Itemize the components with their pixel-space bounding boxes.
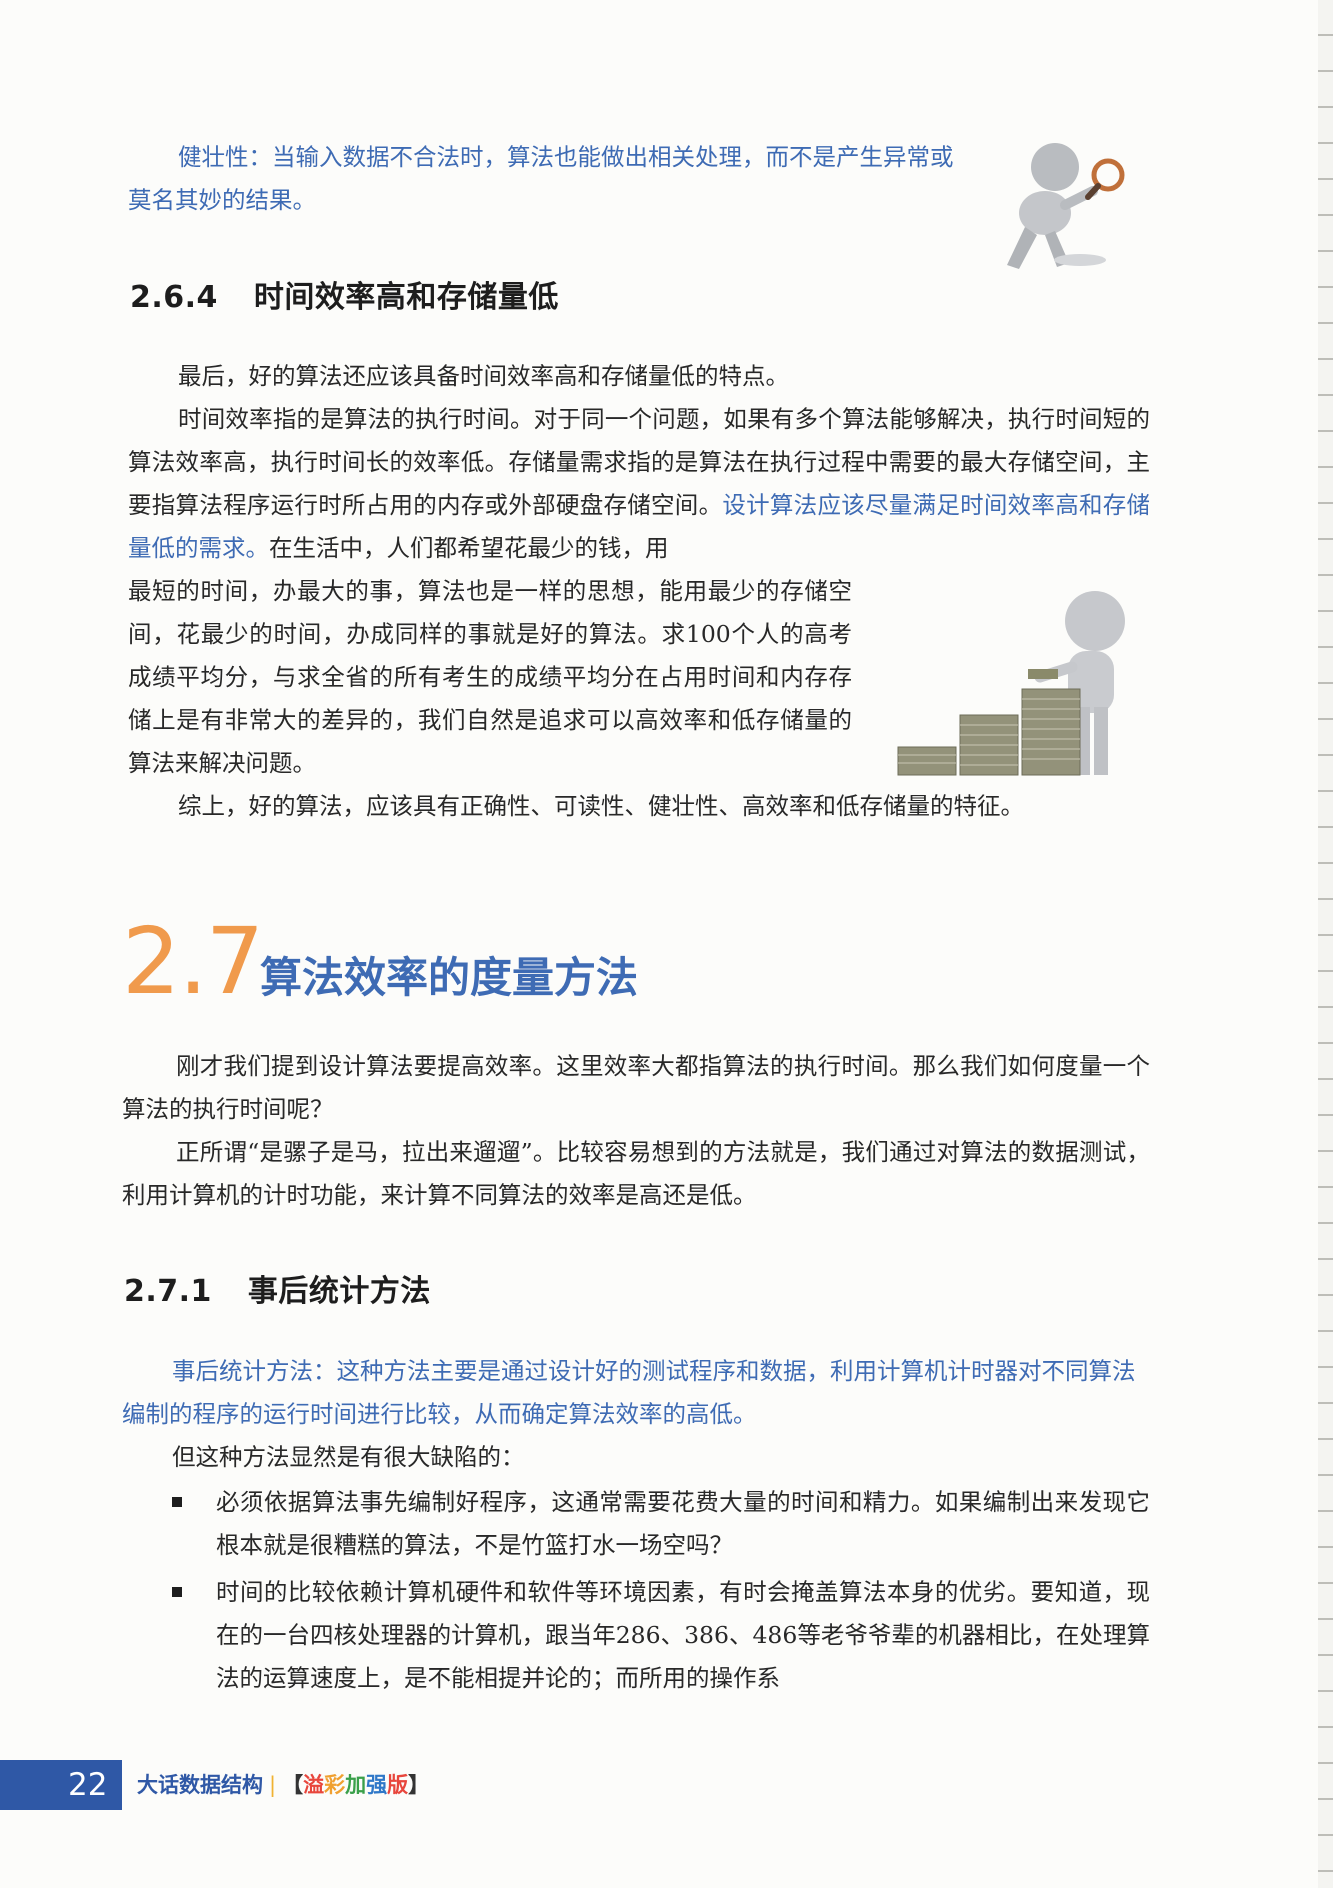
robustness-note: 健壮性：当输入数据不合法时，算法也能做出相关处理，而不是产生异常或莫名其妙的结果… xyxy=(128,136,958,222)
note-term: 事后统计方法： xyxy=(172,1357,337,1385)
section-number: 2.6.4 xyxy=(130,280,218,315)
chapter-title: 算法效率的度量方法 xyxy=(260,953,639,1002)
edition-char: 加 xyxy=(345,1773,367,1797)
list-item-text: 时间的比较依赖计算机硬件和软件等环境因素，有时会掩盖算法本身的优劣。要知道，现在… xyxy=(216,1578,1150,1692)
paragraph-summary: 综上，好的算法，应该具有正确性、可读性、健壮性、高效率和低存储量的特征。 xyxy=(178,792,1024,820)
section-heading-2-7-1: 2.7.1 事后统计方法 xyxy=(124,1266,431,1310)
flaws-list: 必须依据算法事先编制好程序，这通常需要花费大量的时间和精力。如果编制出来发现它根… xyxy=(172,1481,1150,1700)
page-number: 22 xyxy=(68,1767,108,1803)
magnifier-figure-icon xyxy=(1007,143,1125,269)
bracket-close: 】 xyxy=(408,1773,430,1797)
bullet-icon xyxy=(172,1587,182,1597)
edition-char: 强 xyxy=(366,1773,388,1797)
bullet-icon xyxy=(172,1497,182,1507)
list-item: 时间的比较依赖计算机硬件和软件等环境因素，有时会掩盖算法本身的优劣。要知道，现在… xyxy=(172,1571,1150,1700)
section-title: 事后统计方法 xyxy=(247,1274,431,1309)
edition-char: 版 xyxy=(387,1773,409,1797)
note-term: 健壮性： xyxy=(178,143,272,171)
paragraph-storage-example: 最短的时间，办最大的事，算法也是一样的思想，能用最少的存储空间，花最少的时间，办… xyxy=(128,577,852,777)
paragraph-testing-approach: 正所谓“是骡子是马，拉出来遛遛”。比较容易想到的方法就是，我们通过对算法的数据测… xyxy=(122,1138,1150,1209)
paragraph-time-efficiency: 时间效率指的是算法的执行时间。对于同一个问题，如果有多个算法能够解决，执行时间短… xyxy=(128,398,1150,570)
paragraph-flaws-intro: 但这种方法显然是有很大缺陷的： xyxy=(172,1443,525,1471)
edition-char: 溢 xyxy=(303,1773,325,1797)
chapter-number: 2.7 xyxy=(122,908,264,1015)
page-edge xyxy=(1318,0,1333,1888)
list-item-text: 必须依据算法事先编制好程序，这通常需要花费大量的时间和精力。如果编制出来发现它根… xyxy=(216,1488,1150,1559)
section-number: 2.7.1 xyxy=(124,1274,212,1309)
bracket-open: 【 xyxy=(282,1773,304,1797)
footer-separator: | xyxy=(269,1773,277,1797)
text-run: 在生活中，人们都希望花最少的钱，用 xyxy=(269,534,669,562)
edition-char: 彩 xyxy=(324,1773,346,1797)
running-footer: 大话数据结构 | 【溢彩加强版】 xyxy=(137,1760,429,1810)
coin-stacks-figure-icon xyxy=(897,591,1125,776)
section-heading-2-6-4: 2.6.4 时间效率高和存储量低 xyxy=(130,272,559,316)
section-title: 时间效率高和存储量低 xyxy=(253,280,559,315)
paragraph-best-algorithm: 最后，好的算法还应该具备时间效率高和存储量低的特点。 xyxy=(178,362,789,390)
list-item: 必须依据算法事先编制好程序，这通常需要花费大量的时间和精力。如果编制出来发现它根… xyxy=(172,1481,1150,1567)
book-title: 大话数据结构 xyxy=(137,1773,263,1797)
posterior-statistics-note: 事后统计方法：这种方法主要是通过设计好的测试程序和数据，利用计算机计时器对不同算… xyxy=(122,1350,1150,1436)
paragraph-efficiency-intro: 刚才我们提到设计算法要提高效率。这里效率大都指算法的执行时间。那么我们如何度量一… xyxy=(122,1052,1150,1123)
